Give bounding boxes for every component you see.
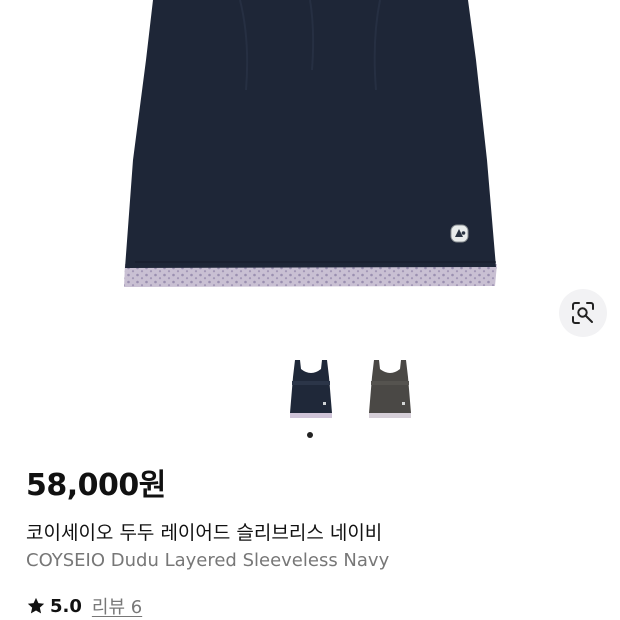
logo-patch [450, 224, 469, 243]
review-link[interactable]: 리뷰 6 [92, 593, 142, 619]
rating-row: 5.0 리뷰 6 [26, 593, 142, 619]
product-name-english: COYSEIO Dudu Layered Sleeveless Navy [26, 550, 390, 571]
star-icon [27, 597, 45, 614]
thumbnail-charcoal[interactable] [365, 355, 415, 423]
thumbnail-strip [0, 355, 620, 425]
product-price: 58,000원 [26, 468, 166, 503]
product-main-image[interactable] [0, 0, 620, 300]
thumbnail-navy[interactable] [286, 355, 336, 423]
lens-search-button[interactable] [559, 289, 607, 337]
lens-search-icon [572, 302, 594, 324]
product-name-korean: 코이세이오 두두 레이어드 슬리브리스 네이비 [26, 522, 383, 544]
rating-score: 5.0 [50, 595, 82, 617]
carousel-indicator-dot [307, 432, 313, 438]
